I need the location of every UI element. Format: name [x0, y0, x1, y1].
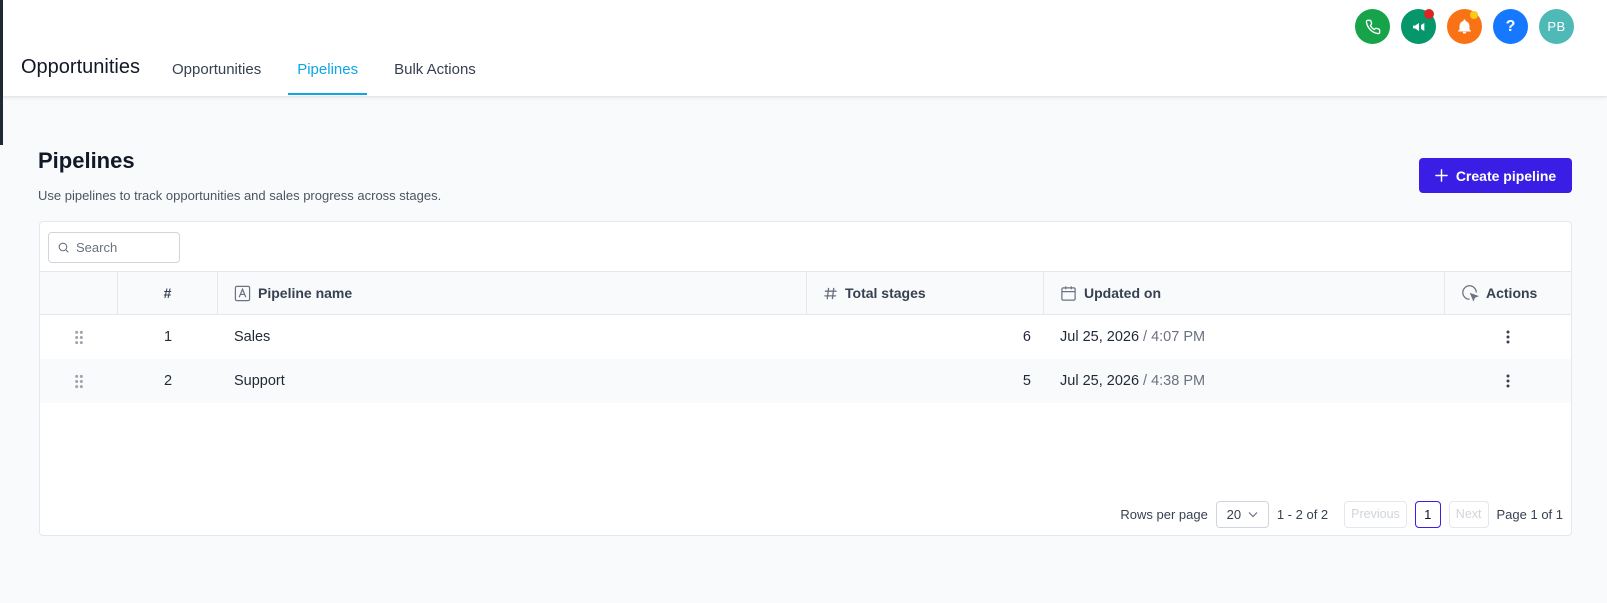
column-header-total-stages[interactable]: Total stages: [807, 272, 1044, 314]
page-of-label: Page 1 of 1: [1496, 506, 1564, 522]
table-row[interactable]: 1 Sales 6 Jul 25, 2026 / 4:07 PM: [40, 315, 1571, 359]
tab-pipelines[interactable]: Pipelines: [288, 50, 367, 97]
drag-column-header: [40, 272, 118, 314]
rows-per-page-select[interactable]: 20: [1215, 500, 1269, 528]
tab-opportunities[interactable]: Opportunities: [163, 50, 270, 97]
hash-icon: [824, 287, 837, 299]
notifications-button[interactable]: [1447, 9, 1482, 44]
chevron-down-icon: [1248, 511, 1258, 517]
column-header-updated-on[interactable]: Updated on: [1044, 272, 1445, 314]
tab-bar: Opportunities Pipelines Bulk Actions: [163, 50, 503, 97]
row-actions-menu-icon[interactable]: [1506, 374, 1510, 388]
header-actions: ? PB: [1355, 9, 1574, 44]
updated-date: Jul 25, 2026: [1060, 373, 1140, 389]
row-number: 2: [163, 373, 173, 389]
updated-time: / 4:07 PM: [1143, 329, 1206, 345]
updated-on-cell: Jul 25, 2026 / 4:07 PM: [1044, 329, 1445, 345]
search-input[interactable]: [76, 240, 171, 255]
rows-per-page-label: Rows per page: [1120, 506, 1208, 522]
search-box: [48, 232, 180, 263]
previous-page-button[interactable]: Previous: [1344, 500, 1407, 528]
text-field-icon: [234, 285, 251, 301]
bell-icon: [1458, 19, 1471, 34]
drag-handle-icon[interactable]: [74, 330, 84, 345]
total-stages-cell: 5: [1022, 373, 1031, 389]
table-row[interactable]: 2 Support 5 Jul 25, 2026 / 4:38 PM: [40, 359, 1571, 403]
tab-bulk-actions[interactable]: Bulk Actions: [385, 50, 485, 97]
updated-time: / 4:38 PM: [1143, 373, 1206, 389]
phone-icon: [1365, 19, 1380, 34]
row-actions-menu-icon[interactable]: [1506, 330, 1510, 344]
updated-date: Jul 25, 2026: [1060, 329, 1140, 345]
row-number: 1: [163, 329, 173, 345]
plus-icon: [1434, 169, 1448, 182]
help-button[interactable]: ?: [1493, 9, 1528, 44]
column-header-pipeline-name[interactable]: Pipeline name: [218, 272, 807, 314]
pipeline-name-cell[interactable]: Support: [218, 373, 807, 389]
notification-dot: [1424, 9, 1434, 19]
app-title: Opportunities: [21, 56, 140, 78]
calendar-icon: [1061, 285, 1076, 301]
avatar[interactable]: PB: [1539, 9, 1574, 44]
pipelines-table-card: # Pipeline name Total stages Updated on …: [39, 221, 1572, 536]
column-header-actions: Actions: [1445, 272, 1571, 314]
megaphone-icon: [1412, 22, 1424, 31]
next-page-button[interactable]: Next: [1448, 500, 1489, 528]
page-number-button[interactable]: 1: [1414, 500, 1441, 528]
announcements-button[interactable]: [1401, 9, 1436, 44]
table-header: # Pipeline name Total stages Updated on …: [40, 271, 1571, 315]
notification-dot: [1470, 11, 1478, 19]
cursor-click-icon: [1462, 285, 1479, 302]
phone-button[interactable]: [1355, 9, 1390, 44]
top-header: Opportunities Opportunities Pipelines Bu…: [3, 0, 1607, 97]
pipeline-name-cell[interactable]: Sales: [218, 329, 807, 345]
column-header-number[interactable]: #: [118, 272, 218, 314]
pagination-range: 1 - 2 of 2: [1276, 506, 1329, 522]
create-pipeline-button[interactable]: Create pipeline: [1419, 158, 1572, 193]
updated-on-cell: Jul 25, 2026 / 4:38 PM: [1044, 373, 1445, 389]
help-icon: ?: [1505, 17, 1516, 35]
page-subtitle: Use pipelines to track opportunities and…: [38, 188, 442, 203]
search-icon: [58, 242, 69, 253]
total-stages-cell: 6: [1022, 329, 1031, 345]
page-title: Pipelines: [38, 148, 135, 173]
pipelines-table: # Pipeline name Total stages Updated on …: [40, 271, 1571, 403]
pagination: Rows per page 20 1 - 2 of 2 Previous 1 N…: [1120, 500, 1563, 528]
drag-handle-icon[interactable]: [74, 374, 84, 389]
create-pipeline-label: Create pipeline: [1455, 167, 1557, 184]
